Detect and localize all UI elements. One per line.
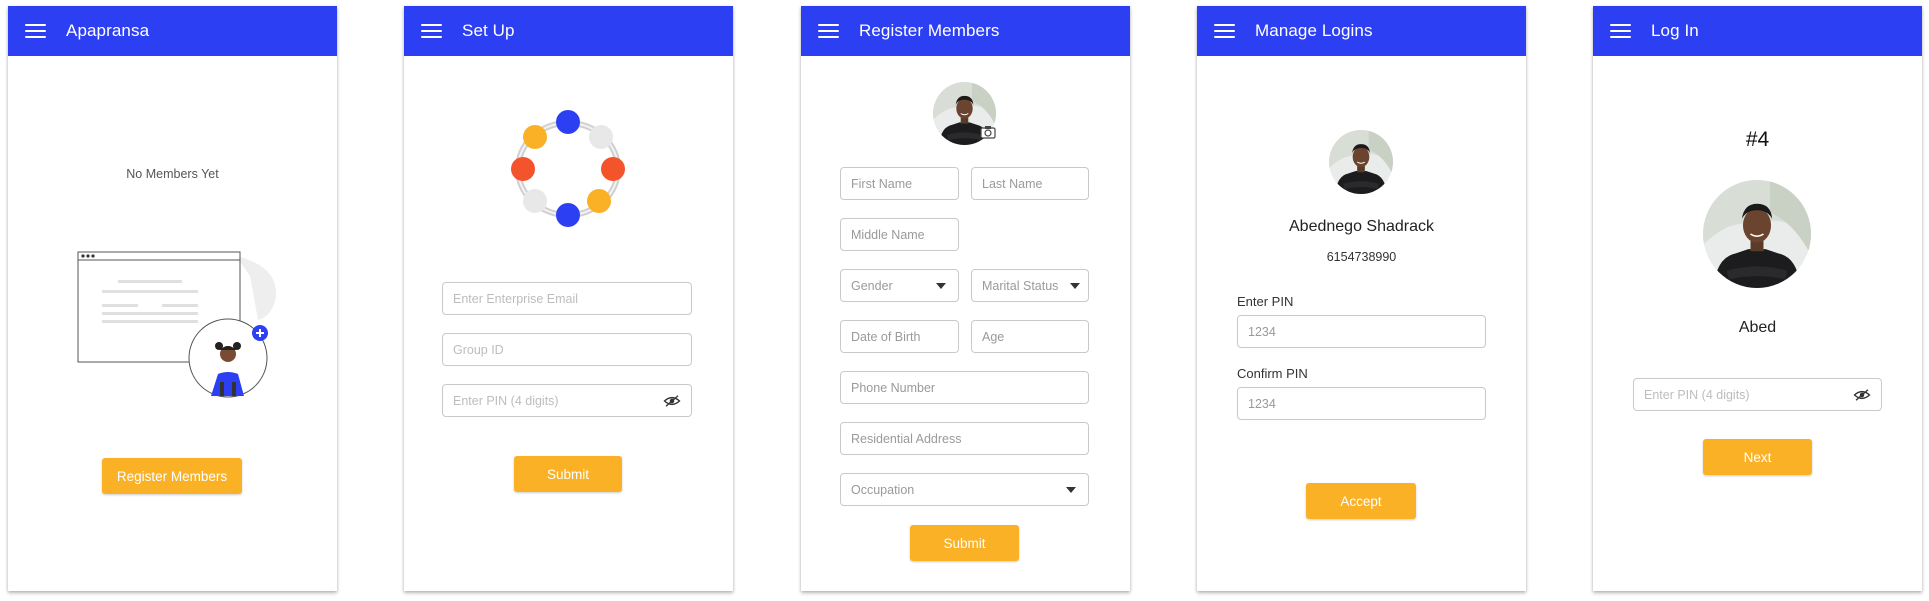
screen-register-members: Register Members First Name Last Name Mi…: [801, 6, 1130, 591]
first-name-input[interactable]: First Name: [840, 167, 959, 200]
logo-ring: [511, 110, 625, 227]
accept-button[interactable]: Accept: [1306, 483, 1416, 519]
pin-input[interactable]: Enter PIN (4 digits): [442, 384, 692, 417]
marital-status-select[interactable]: Marital Status: [971, 269, 1089, 302]
screen-log-in: Log In #4 Abed Enter PIN (4 digits) Next: [1593, 6, 1922, 591]
pin-input[interactable]: Enter PIN (4 digits): [1633, 378, 1882, 411]
screen-manage-logins: Manage Logins Abednego Shadrack 61547389…: [1197, 6, 1526, 591]
app-title: Manage Logins: [1255, 21, 1373, 40]
empty-state-text: No Members Yet: [126, 167, 219, 181]
app-title: Set Up: [462, 21, 515, 40]
group-id-input[interactable]: Group ID: [442, 333, 692, 366]
member-name: Abednego Shadrack: [1289, 218, 1434, 235]
submit-button[interactable]: Submit: [514, 456, 622, 492]
empty-state-illustration: [77, 251, 277, 398]
menu-icon[interactable]: [1610, 23, 1631, 39]
app-title: Log In: [1651, 21, 1699, 40]
app-bar: Set Up: [404, 6, 733, 56]
enterprise-email-input[interactable]: Enter Enterprise Email: [442, 282, 692, 315]
menu-icon[interactable]: [25, 23, 46, 39]
camera-icon[interactable]: [980, 125, 996, 139]
last-name-input[interactable]: Last Name: [971, 167, 1089, 200]
enter-pin-label: Enter PIN: [1237, 294, 1294, 309]
occupation-select[interactable]: Occupation: [840, 473, 1089, 506]
dropdown-caret-icon: [936, 282, 946, 289]
screen-home: Apapransa No Members Yet Register Member…: [8, 6, 337, 591]
confirm-pin-input[interactable]: 1234: [1237, 387, 1486, 420]
dropdown-caret-icon: [1066, 486, 1076, 493]
user-avatar: [1703, 180, 1811, 288]
confirm-pin-label: Confirm PIN: [1237, 366, 1308, 381]
app-bar: Manage Logins: [1197, 6, 1526, 56]
app-bar: Log In: [1593, 6, 1922, 56]
age-input[interactable]: Age: [971, 320, 1089, 353]
submit-button[interactable]: Submit: [910, 525, 1019, 561]
date-of-birth-input[interactable]: Date of Birth: [840, 320, 959, 353]
user-number: #4: [1745, 128, 1770, 151]
eye-off-icon[interactable]: [663, 394, 681, 408]
menu-icon[interactable]: [1214, 23, 1235, 39]
phone-number-input[interactable]: Phone Number: [840, 371, 1089, 404]
register-members-button[interactable]: Register Members: [102, 458, 242, 494]
app-title: Apapransa: [66, 21, 150, 40]
screen-setup: Set Up Enter Enterprise Email Group ID E…: [404, 6, 733, 591]
app-bar: Apapransa: [8, 6, 337, 56]
dropdown-caret-icon: [1070, 282, 1080, 289]
gender-select[interactable]: Gender: [840, 269, 959, 302]
user-name: Abed: [1738, 319, 1777, 336]
menu-icon[interactable]: [421, 23, 442, 39]
member-phone: 6154738990: [1326, 250, 1397, 264]
menu-icon[interactable]: [818, 23, 839, 39]
member-avatar: [1329, 130, 1393, 194]
residential-address-input[interactable]: Residential Address: [840, 422, 1089, 455]
app-bar: Register Members: [801, 6, 1130, 56]
middle-name-input[interactable]: Middle Name: [840, 218, 959, 251]
app-title: Register Members: [859, 21, 1000, 40]
eye-off-icon[interactable]: [1853, 388, 1871, 402]
next-button[interactable]: Next: [1703, 439, 1812, 475]
enter-pin-input[interactable]: 1234: [1237, 315, 1486, 348]
